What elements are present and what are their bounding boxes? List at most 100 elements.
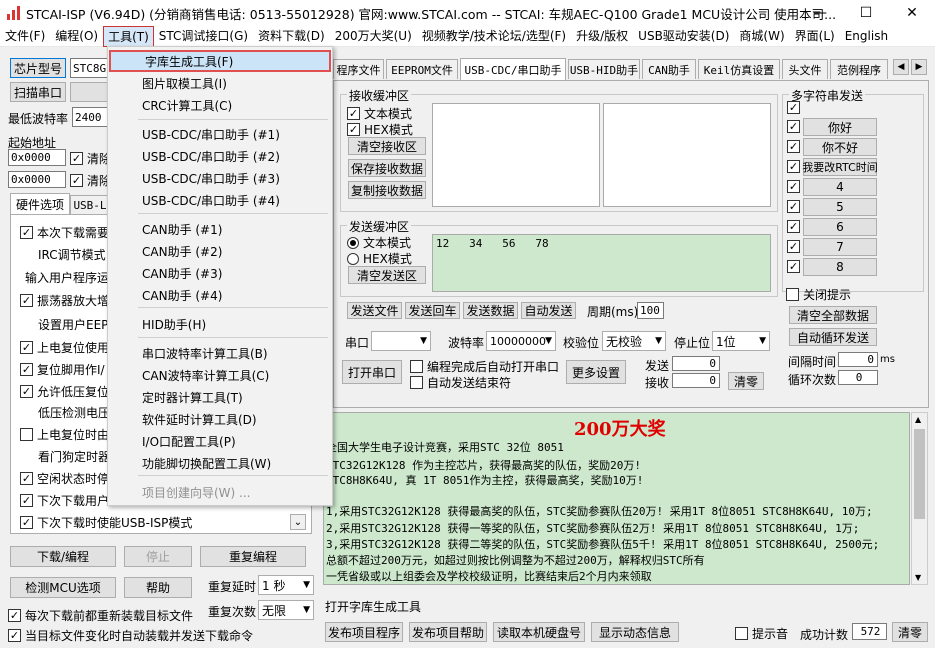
tools-menu-item[interactable]: CAN助手 (#1) [108, 218, 332, 240]
scroll-up-icon[interactable]: ▲ [915, 415, 921, 424]
tab-header[interactable]: 头文件 [782, 59, 828, 79]
tools-menu-item[interactable]: CAN波特率计算工具(C) [108, 364, 332, 386]
auto-load-checkbox[interactable]: ✓ [8, 629, 21, 642]
download-program-button[interactable]: 下载/编程 [10, 546, 116, 567]
repeat-program-button[interactable]: 重复编程 [200, 546, 306, 567]
clear-1-checkbox[interactable]: ✓ [70, 152, 83, 165]
option-checkbox[interactable]: ✓ [20, 385, 33, 398]
publish-help-button[interactable]: 发布项目帮助 [409, 622, 487, 642]
option-checkbox[interactable]: ✓ [20, 363, 33, 376]
option-checkbox[interactable]: ✓ [20, 341, 33, 354]
scroll-thumb[interactable] [914, 429, 925, 519]
option-checkbox[interactable]: ✓ [20, 226, 33, 239]
tab-eeprom-file[interactable]: EEPROM文件 [386, 59, 458, 79]
multi-item-checkbox[interactable]: ✓ [787, 160, 800, 173]
tools-menu-item[interactable]: 图片取模工具(I) [108, 72, 332, 94]
menu-prize[interactable]: 200万大奖(U) [330, 26, 417, 47]
stop-bit-select[interactable]: 1位 ▼ [712, 331, 770, 351]
send-text-area[interactable]: 12 34 56 78 [432, 234, 771, 292]
tools-menu-item[interactable]: 软件延时计算工具(D) [108, 408, 332, 430]
publish-project-button[interactable]: 发布项目程序 [325, 622, 403, 642]
tools-menu-item[interactable]: CAN助手 (#2) [108, 240, 332, 262]
tools-menu-item[interactable]: CAN助手 (#3) [108, 262, 332, 284]
close-hint-checkbox[interactable] [786, 288, 799, 301]
clear-send-button[interactable]: 清空发送区 [348, 266, 426, 284]
option-checkbox[interactable]: ✓ [20, 294, 33, 307]
chevron-down-icon[interactable]: ⌄ [290, 514, 306, 530]
multi-item-send-button[interactable]: 4 [803, 178, 877, 196]
send-data-button[interactable]: 发送数据 [463, 302, 518, 319]
multi-item-send-button[interactable]: 6 [803, 218, 877, 236]
help-button[interactable]: 帮助 [124, 577, 192, 598]
menu-tools[interactable]: 工具(T) [103, 25, 154, 47]
minimize-button[interactable]: — [797, 0, 843, 26]
clear-count-button[interactable]: 清零 [728, 372, 764, 390]
maximize-button[interactable]: ☐ [843, 0, 889, 26]
multi-item-send-button[interactable]: 你好 [803, 118, 877, 136]
tools-menu-item[interactable]: USB-CDC/串口助手 (#1) [108, 123, 332, 145]
tab-program-file[interactable]: 程序文件 [333, 59, 384, 79]
option-checkbox[interactable]: ✓ [20, 516, 33, 529]
send-text-mode-radio[interactable] [347, 236, 359, 249]
tab-scroll-left-icon[interactable]: ◀ [893, 59, 909, 75]
menu-file[interactable]: 文件(F) [0, 26, 50, 47]
repeat-count-select[interactable]: 无限 ▼ [258, 600, 314, 620]
menu-upgrade[interactable]: 升级/版权 [571, 26, 633, 47]
period-input[interactable]: 100 [637, 302, 664, 319]
tab-hardware-options[interactable]: 硬件选项 [10, 193, 70, 214]
scroll-down-icon[interactable]: ▼ [915, 573, 921, 582]
multi-all-checkbox[interactable]: ✓ [787, 101, 800, 114]
clear-all-data-button[interactable]: 清空全部数据 [789, 306, 877, 324]
auto-open-checkbox[interactable] [410, 360, 423, 373]
auto-send-button[interactable]: 自动发送 [521, 302, 576, 319]
multi-item-checkbox[interactable]: ✓ [787, 240, 800, 253]
tools-menu-item[interactable]: CRC计算工具(C) [108, 94, 332, 116]
close-button[interactable]: ✕ [889, 0, 935, 26]
tools-menu-item[interactable]: 功能脚切换配置工具(W) [108, 452, 332, 474]
tab-examples[interactable]: 范例程序 [830, 59, 888, 79]
send-hex-mode-radio[interactable] [347, 252, 359, 265]
port-select-stub[interactable] [70, 82, 110, 102]
tools-menu-item[interactable]: HID助手(H) [108, 313, 332, 335]
port-select[interactable]: ▼ [371, 331, 431, 351]
tools-menu-item[interactable]: 字库生成工具(F) [109, 50, 331, 72]
loop-count-input[interactable]: 0 [838, 370, 878, 385]
clear-success-button[interactable]: 清零 [892, 622, 928, 642]
scan-port-button[interactable]: 扫描串口 [10, 82, 66, 102]
tools-menu-item[interactable]: USB-CDC/串口助手 (#3) [108, 167, 332, 189]
detect-mcu-button[interactable]: 检测MCU选项 [10, 577, 116, 598]
receive-hex-area[interactable] [603, 103, 771, 207]
open-port-button[interactable]: 打开串口 [342, 360, 402, 384]
tools-menu-item[interactable]: 定时器计算工具(T) [108, 386, 332, 408]
reload-checkbox[interactable]: ✓ [8, 609, 21, 622]
menu-usb-driver[interactable]: USB驱动安装(D) [633, 26, 734, 47]
recv-hex-mode-checkbox[interactable]: ✓ [347, 123, 360, 136]
clear-2-checkbox[interactable]: ✓ [70, 174, 83, 187]
save-receive-button[interactable]: 保存接收数据 [348, 159, 426, 177]
multi-item-checkbox[interactable]: ✓ [787, 140, 800, 153]
multi-item-checkbox[interactable]: ✓ [787, 260, 800, 273]
tools-menu-item[interactable]: USB-CDC/串口助手 (#4) [108, 189, 332, 211]
chip-model-field[interactable]: STC8G [70, 58, 110, 78]
option-checkbox[interactable]: ✓ [20, 472, 33, 485]
tab-scroll-right-icon[interactable]: ▶ [911, 59, 927, 75]
menu-video[interactable]: 视频教学/技术论坛/选型(F) [417, 26, 571, 47]
tools-menu-item[interactable]: 串口波特率计算工具(B) [108, 342, 332, 364]
start-address-2[interactable]: 0x0000 [8, 171, 66, 188]
parity-select[interactable]: 无校验 ▼ [602, 331, 666, 351]
send-file-button[interactable]: 发送文件 [347, 302, 402, 319]
news-scrollbar[interactable]: ▲ ▼ [911, 412, 928, 585]
read-disk-id-button[interactable]: 读取本机硬盘号 [493, 622, 585, 642]
menu-store[interactable]: 商城(W) [734, 26, 789, 47]
option-checkbox[interactable] [20, 428, 33, 441]
option-checkbox[interactable]: ✓ [20, 494, 33, 507]
repeat-delay-select[interactable]: 1 秒 ▼ [258, 575, 314, 595]
baud-select[interactable]: 10000000 ▼ [486, 331, 556, 351]
multi-item-checkbox[interactable]: ✓ [787, 180, 800, 193]
multi-item-send-button[interactable]: 我要改RTC时间 [802, 158, 878, 176]
auto-loop-send-button[interactable]: 自动循环发送 [789, 328, 877, 346]
multi-item-checkbox[interactable]: ✓ [787, 200, 800, 213]
multi-item-send-button[interactable]: 8 [803, 258, 877, 276]
interval-input[interactable]: 0 [838, 352, 878, 367]
tab-keil[interactable]: Keil仿真设置 [698, 59, 780, 79]
